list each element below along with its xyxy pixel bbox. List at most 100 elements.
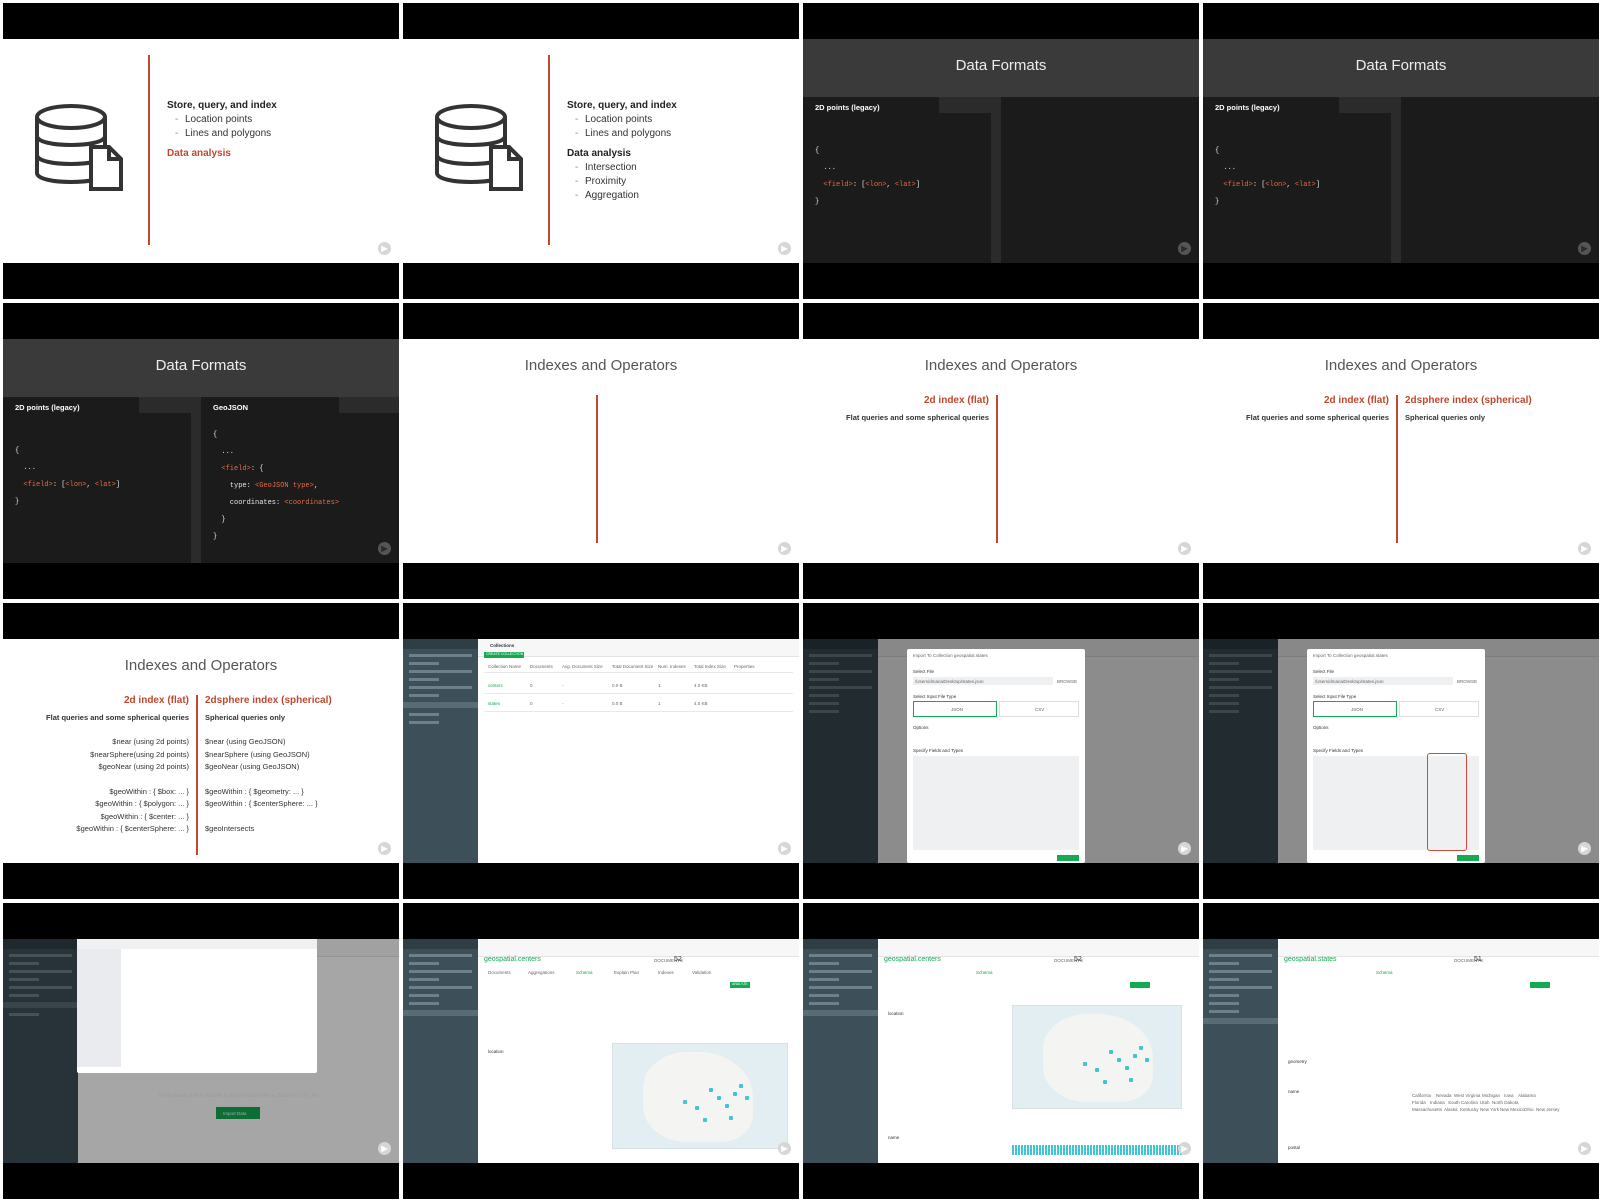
slide-title: Indexes and Operators — [124, 657, 278, 674]
options-label: Options — [913, 725, 929, 730]
tab-aggregations[interactable]: Aggregations — [528, 970, 555, 975]
thumb-3[interactable]: Data Formats 2D points (legacy) { ... <f… — [803, 3, 1199, 299]
flat-subheading: Flat queries and some spherical queries — [846, 412, 989, 422]
tab-explain-plan[interactable]: Explain Plan — [614, 970, 639, 975]
file-type-label: Select Input File Type — [1313, 694, 1357, 699]
flat-subheading: Flat queries and some spherical queries — [46, 712, 189, 722]
logo-icon: ▶ — [1578, 842, 1591, 855]
bullet-heading: Data analysis — [567, 148, 631, 159]
tab-documents[interactable]: Documents — [488, 970, 511, 975]
table-cell: 0.0 B — [612, 701, 623, 706]
browse-button[interactable]: BROWSE — [1457, 679, 1477, 684]
namespace-title: geospatial.centers — [884, 956, 941, 963]
documents-count: 51 — [1474, 956, 1482, 963]
operator: $geoWithin : { $center: ... } — [100, 811, 189, 821]
thumb-9[interactable]: Indexes and Operators 2d index (flat) Fl… — [3, 603, 399, 899]
value-chip: Massachusetts — [1412, 1107, 1443, 1112]
code-line: ... — [15, 464, 37, 472]
geometry-type-highlight — [1427, 753, 1467, 851]
flat-heading: 2d index (flat) — [1323, 395, 1389, 406]
table-cell: 4.0 KB — [694, 701, 708, 706]
operator: $geoWithin : { $centerSphere: ... } — [205, 799, 318, 808]
bullet-item: Lines and polygons — [567, 127, 677, 141]
code-line: { — [815, 147, 820, 155]
code-legacy: { ... <field>: [<lon>, <lat>] } — [15, 447, 121, 506]
file-path[interactable]: /Users/dmaria/Desktop/states.json — [915, 679, 984, 684]
operator: $geoWithin : { $geometry: ... } — [205, 786, 304, 796]
file-path[interactable]: /Users/dmaria/Desktop/states.json — [1315, 679, 1384, 684]
compass-sidebar — [403, 939, 478, 1163]
value-chip: North Dakota — [1492, 1100, 1519, 1105]
table-cell: 0 — [530, 683, 533, 688]
code-token: <lat> — [1294, 181, 1316, 189]
thumb-13[interactable]: This Collection Has No Data It only take… — [3, 903, 399, 1199]
code-line: ... — [213, 448, 235, 456]
operator: $geoWithin : { $box: ... } — [109, 786, 189, 796]
table-cell: 0.0 B — [612, 683, 623, 688]
thumb-2[interactable]: Store, query, and index Location points … — [403, 3, 799, 299]
thumb-12[interactable]: Import To Collection geospatial.states S… — [1203, 603, 1599, 899]
code-token: <GeoJSON type> — [255, 482, 314, 490]
logo-icon: ▶ — [1178, 542, 1191, 555]
thumb-5[interactable]: Data Formats 2D points (legacy) GeoJSON … — [3, 303, 399, 599]
operator: $geoNear (using GeoJSON) — [205, 762, 300, 771]
code-token: <coordinates> — [284, 499, 340, 507]
logo-icon: ▶ — [1578, 1142, 1591, 1155]
documents-count: 52 — [1074, 956, 1082, 963]
flat-column: 2d index (flat) Flat queries and some sp… — [46, 695, 189, 836]
field-name: location — [488, 1049, 504, 1054]
browse-button[interactable]: BROWSE — [1057, 679, 1077, 684]
thumb-15[interactable]: geospatial.centers DOCUMENTS 52 Schema l… — [803, 903, 1199, 1199]
tab-schema[interactable]: Schema — [576, 970, 593, 975]
divider — [196, 695, 198, 855]
logo-icon: ▶ — [378, 242, 391, 255]
thumb-7[interactable]: Indexes and Operators 2d index (flat) Fl… — [803, 303, 1199, 599]
bullet-heading: Store, query, and index — [167, 100, 277, 111]
import-modal: Import To Collection geospatial.states S… — [907, 649, 1085, 863]
logo-icon: ▶ — [778, 242, 791, 255]
analyze-button[interactable] — [1130, 982, 1150, 988]
tab-collections[interactable]: Collections — [490, 643, 514, 648]
thumb-1[interactable]: Store, query, and index Location points … — [3, 3, 399, 299]
table-row[interactable]: centers — [488, 683, 503, 688]
code-line: } — [15, 498, 20, 506]
flat-heading: 2d index (flat) — [123, 695, 189, 706]
value-chip: Iowa — [1504, 1093, 1514, 1098]
compass-main: geospatial.centers DOCUMENTS 52 Schema l… — [878, 939, 1199, 1163]
tab-validation[interactable]: Validation — [692, 970, 711, 975]
thumb-10[interactable]: Collections CREATE COLLECTION Collection… — [403, 603, 799, 899]
select-file-label: Select File — [913, 669, 935, 674]
schema-map[interactable] — [1012, 1005, 1182, 1109]
field-name: geometry — [1288, 1059, 1307, 1064]
sphere-heading: 2dsphere index (spherical) — [205, 695, 332, 706]
thumb-4[interactable]: Data Formats 2D points (legacy) { ... <f… — [1203, 3, 1599, 299]
import-button[interactable] — [1057, 855, 1079, 861]
value-chip: Indiana — [1430, 1100, 1445, 1105]
tab-schema[interactable]: Schema — [1376, 970, 1393, 975]
thumb-11[interactable]: Import To Collection geospatial.states S… — [803, 603, 1199, 899]
tab-schema[interactable]: Schema — [976, 970, 993, 975]
thumb-14[interactable]: geospatial.centers DOCUMENTS 52 Document… — [403, 903, 799, 1199]
column-header: Total Document Size — [612, 664, 654, 669]
thumb-16[interactable]: geospatial.states DOCUMENTS 51 Schema ge… — [1203, 903, 1599, 1199]
compass-main: geospatial.states DOCUMENTS 51 Schema ge… — [1278, 939, 1599, 1163]
slide-title: Data Formats — [155, 357, 247, 374]
table-row[interactable]: states — [488, 701, 500, 706]
sphere-subheading: Spherical queries only — [1405, 412, 1486, 422]
code-token: <lon> — [865, 181, 887, 189]
slide-title: Indexes and Operators — [924, 357, 1078, 374]
code-panel-empty — [1001, 97, 1199, 263]
import-button[interactable] — [1457, 855, 1479, 861]
analyze-button[interactable] — [1530, 982, 1550, 988]
operator: $geoWithin : { $polygon: ... } — [95, 799, 189, 808]
csv-label: CSV — [1035, 707, 1045, 712]
operator: $near (using 2d points) — [112, 737, 189, 746]
thumb-6[interactable]: Indexes and Operators ▶ — [403, 303, 799, 599]
logo-icon: ▶ — [378, 542, 391, 555]
thumb-8[interactable]: Indexes and Operators 2d index (flat) Fl… — [1203, 303, 1599, 599]
bullet-item: Aggregation — [567, 189, 677, 203]
database-icon — [435, 104, 523, 191]
value-chip: New York — [1480, 1107, 1500, 1112]
schema-map[interactable] — [612, 1043, 788, 1149]
tab-indexes[interactable]: Indexes — [658, 970, 674, 975]
